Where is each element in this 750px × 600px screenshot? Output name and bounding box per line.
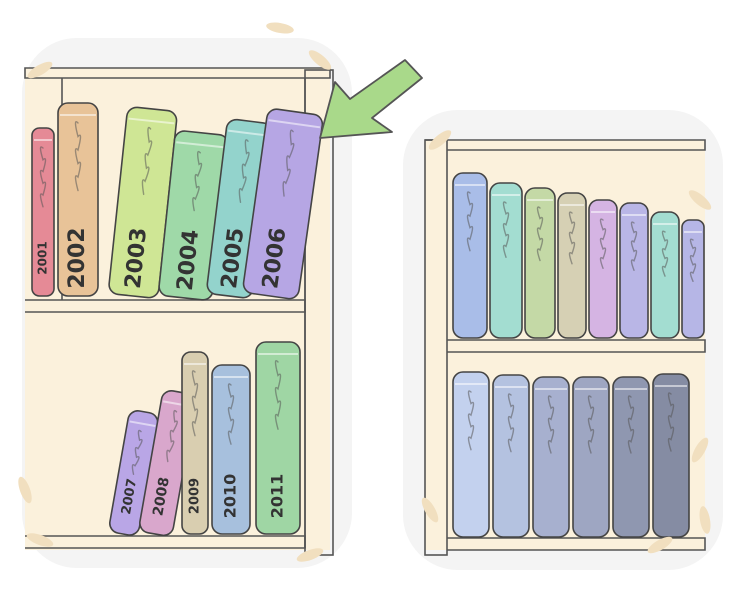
book	[452, 371, 490, 538]
book	[652, 373, 690, 538]
book	[572, 376, 610, 538]
book-year-label: 2010	[221, 474, 240, 519]
book	[557, 192, 587, 339]
bookshelves-illustration: 2001 2002 2003 2004 2005 2006 2007 2008 2009 201…	[18, 22, 723, 570]
left-bookshelf: 2001 2002 2003 2004 2005 2006 2007 2008 2009 201…	[24, 67, 334, 556]
book-year-label: 2002	[65, 227, 90, 288]
book-year-label: 2001	[36, 241, 50, 274]
book	[650, 211, 680, 339]
book-spine	[452, 172, 488, 339]
book	[489, 182, 523, 339]
book	[452, 172, 488, 339]
book-year-label: 2011	[268, 474, 287, 519]
book-spine	[652, 373, 690, 538]
book: 2002	[57, 102, 99, 297]
book-spine	[492, 374, 530, 538]
book-spine	[532, 376, 570, 538]
book	[612, 376, 650, 538]
book	[681, 219, 705, 339]
book	[524, 187, 556, 339]
book: 2009	[181, 351, 209, 535]
book	[619, 202, 649, 339]
corner-accent	[266, 22, 294, 34]
book-spine	[489, 182, 523, 339]
book: 2001	[31, 127, 55, 297]
book-spine	[612, 376, 650, 538]
book	[588, 199, 618, 339]
book	[532, 376, 570, 538]
book-spine	[681, 219, 705, 339]
book-spine	[572, 376, 610, 538]
right-bookshelf	[424, 139, 706, 556]
book: 2011	[255, 341, 301, 535]
book-year-label: 2009	[188, 478, 203, 514]
book-spine	[452, 371, 490, 538]
book: 2010	[211, 364, 251, 535]
book-spine	[524, 187, 556, 339]
book	[492, 374, 530, 538]
book-spine	[557, 192, 587, 339]
left-top-row-books: 2001 2002 2003 2004 2005 2006	[31, 102, 324, 301]
